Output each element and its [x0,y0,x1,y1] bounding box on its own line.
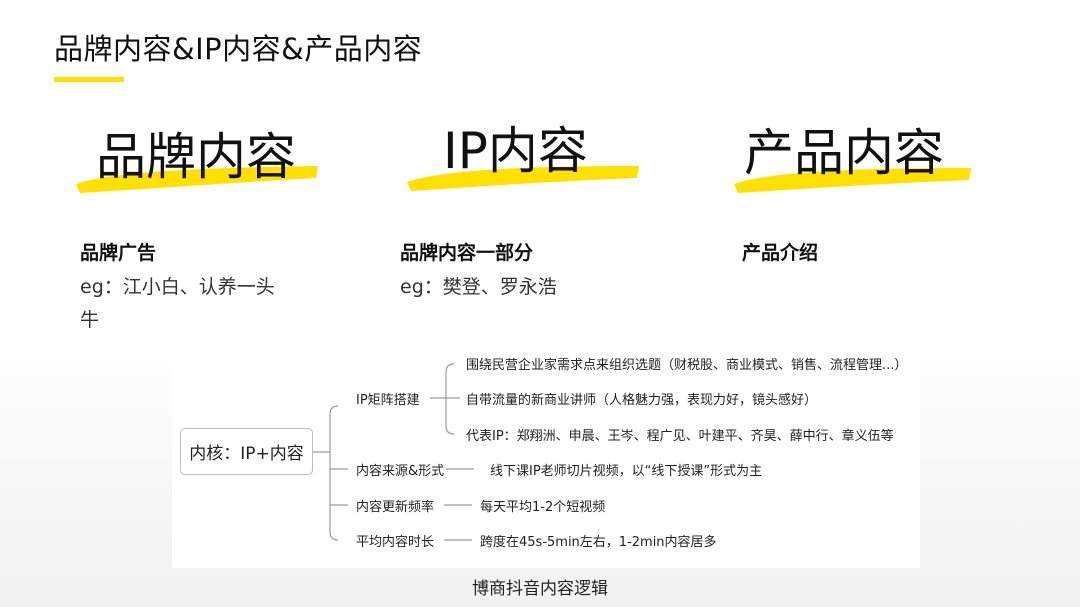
branch-content-source: 内容来源&形式 [356,464,445,479]
example-ip-line1: eg：樊登、罗永浩 [400,276,557,298]
ip-matrix-child-1: 围绕民营企业家需求点来组织选题（财税股、商业模式、销售、流程管理...） [466,358,908,373]
example-brand-line1: eg：江小白、认养一头 [80,276,275,298]
update-frequency-value: 每天平均1-2个短视频 [480,500,606,515]
heading-ip: 品牌内容一部分 [400,242,534,264]
mindmap-caption: 博商抖音内容逻辑 [472,579,608,599]
mindmap-root: 内核：IP+内容 [180,428,313,475]
big-label-brand: 品牌内容 [96,128,296,186]
ip-matrix-child-2: 自带流量的新商业讲师（人格魅力强，表现力好，镜头感好） [466,393,818,408]
heading-brand: 品牌广告 [80,242,157,264]
branch-avg-duration: 平均内容时长 [356,535,435,550]
branch-ip-matrix: IP矩阵搭建 [356,393,420,408]
content-source-value: 线下课IP老师切片视频，以“线下授课”形式为主 [490,464,763,479]
example-ip: eg：樊登、罗永浩 [400,271,557,304]
big-label-product: 产品内容 [744,124,944,182]
big-label-ip: IP内容 [443,122,588,180]
slide-title: 品牌内容&IP内容&产品内容 [54,32,423,66]
mindmap: 内核：IP+内容 IP矩阵搭建 围绕民营企业家需求点来组织选题（财税股、商业模式… [172,328,920,568]
ip-matrix-child-3: 代表IP：郑翔洲、申晨、王岑、程广见、叶建平、齐昊、薛中行、章义伍等 [466,429,894,444]
heading-product: 产品介绍 [742,242,819,264]
avg-duration-value: 跨度在45s-5min左右，1-2min内容居多 [480,535,717,550]
branch-update-frequency: 内容更新频率 [356,500,435,515]
title-underline [54,77,124,82]
